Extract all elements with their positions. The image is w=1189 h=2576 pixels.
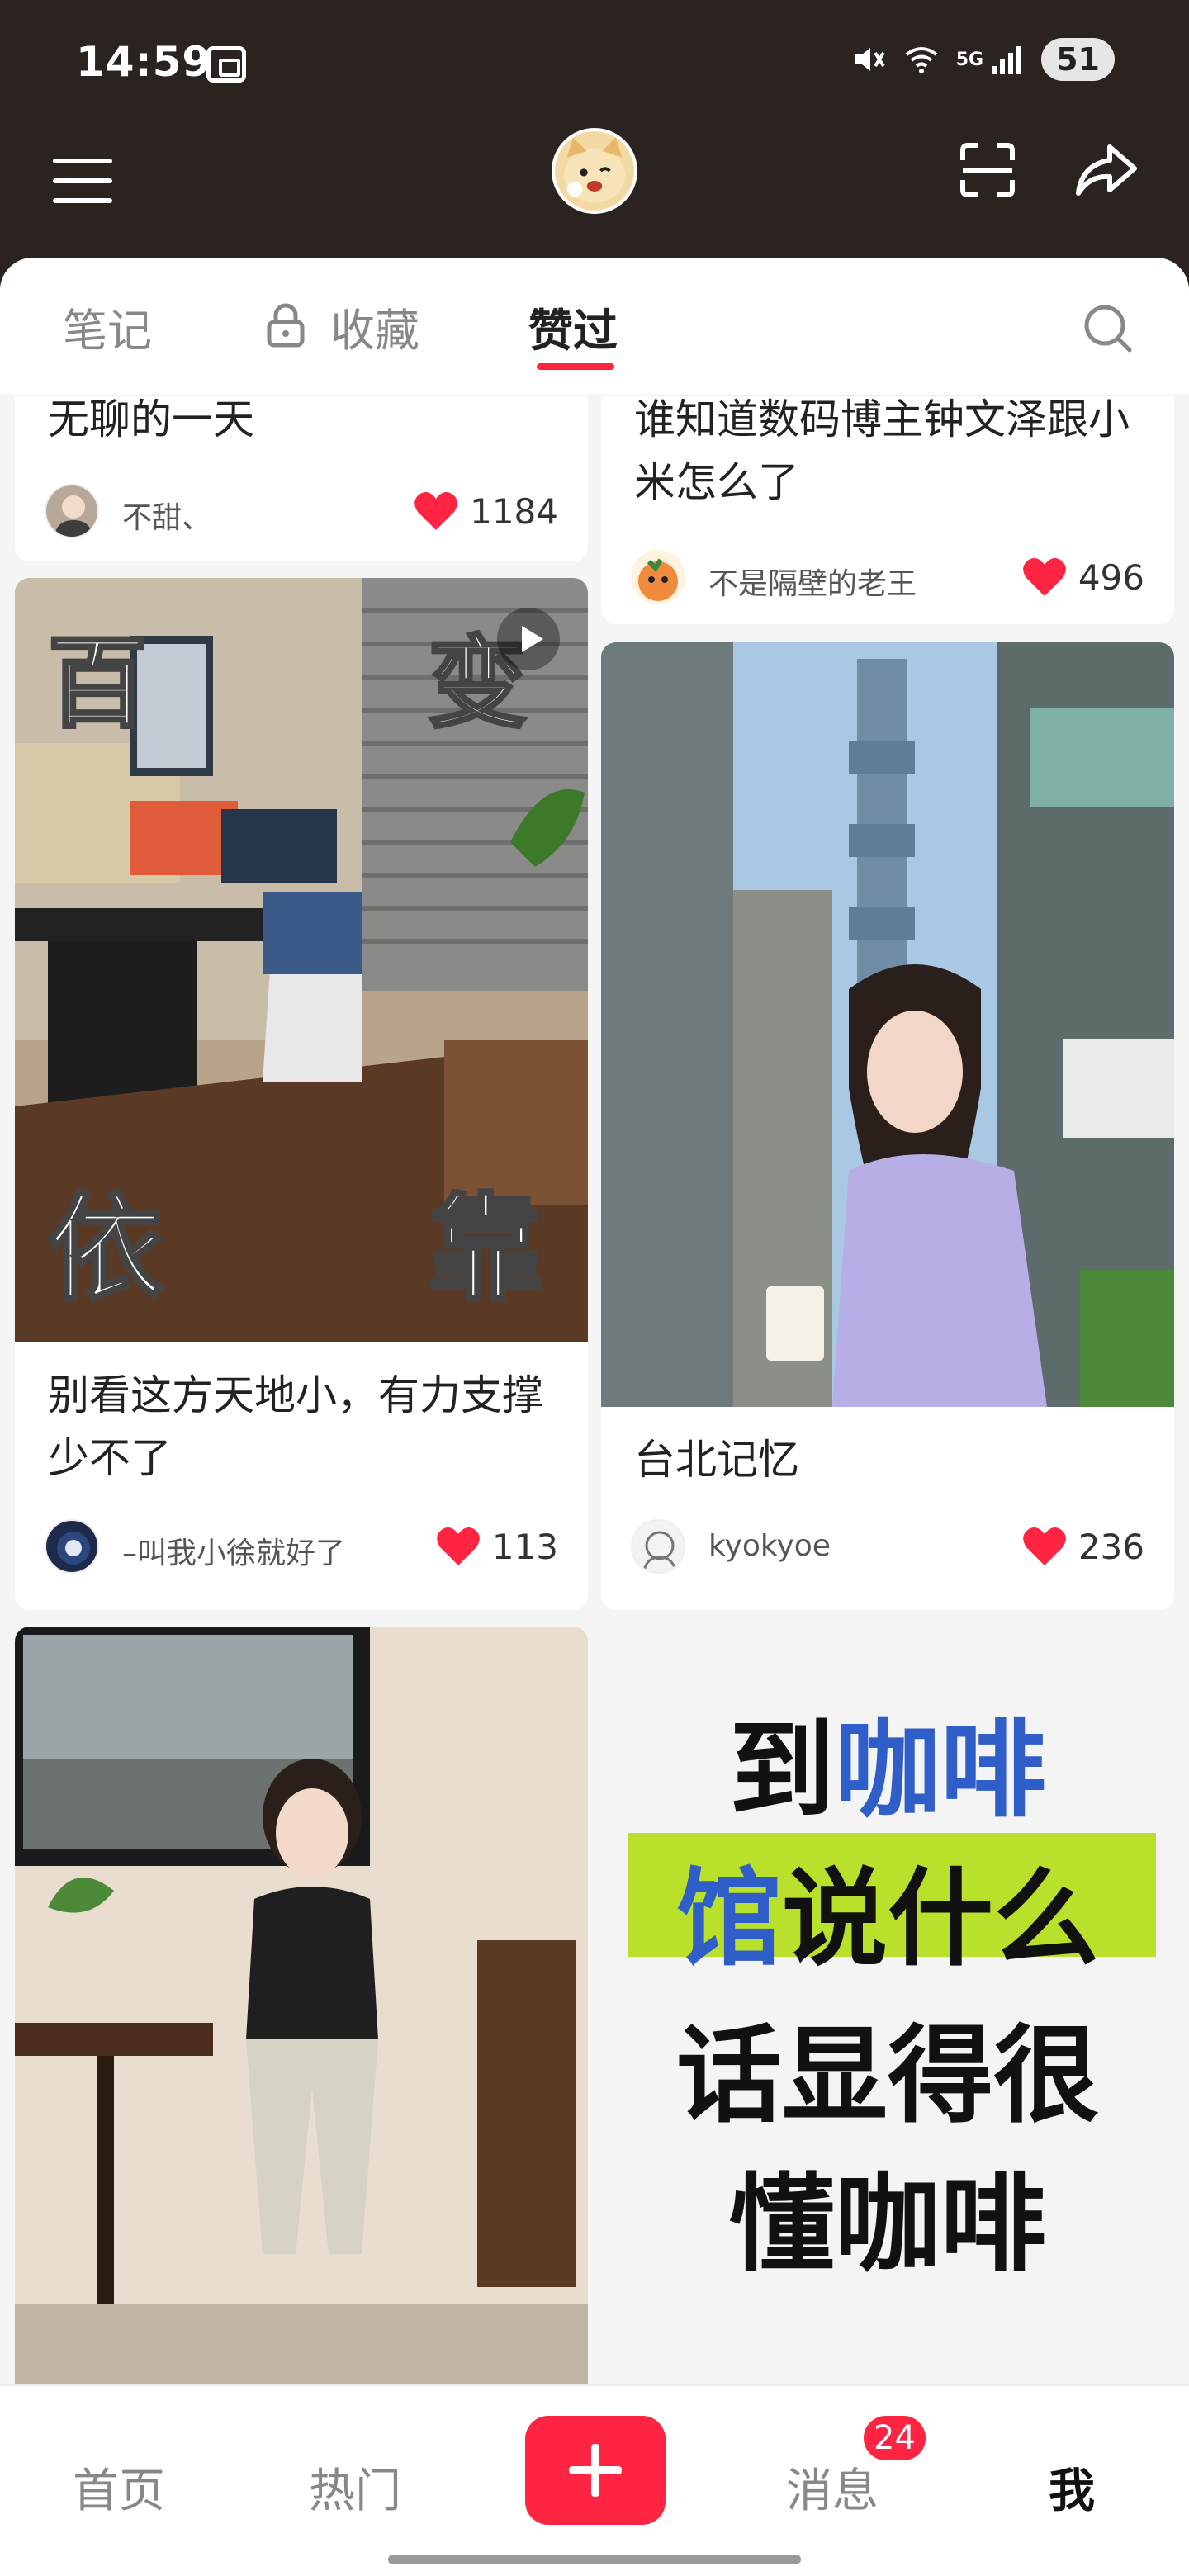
tab-liked[interactable]: 赞过	[528, 294, 618, 359]
tab-collect[interactable]: 收藏	[330, 294, 419, 359]
heart-icon	[436, 1527, 480, 1565]
profile-tabs: 笔记 收藏 赞过	[0, 258, 1189, 396]
scan-icon[interactable]	[958, 140, 1017, 200]
signal-icon	[992, 46, 1022, 74]
feed-card[interactable]: 无聊的一天 不甜、 1184	[15, 396, 588, 561]
message-badge: 24	[860, 2413, 929, 2464]
tab-notes[interactable]: 笔记	[63, 294, 152, 359]
menu-icon[interactable]	[53, 159, 112, 211]
nav-messages[interactable]: 消息	[786, 2454, 879, 2521]
status-time: 14:59	[76, 38, 212, 86]
lock-icon	[267, 303, 305, 348]
author-name[interactable]: 不是隔壁的老王	[708, 560, 917, 603]
author-avatar[interactable]	[631, 550, 685, 604]
screen-capture-icon	[206, 46, 246, 83]
image-overlay-text: 依	[46, 1181, 165, 1319]
typography-line-4: 懂咖啡	[728, 2163, 1046, 2286]
liked-feed: 无聊的一天 不甜、 1184 谁知道数码博主钟文泽跟小米怎么了 不是隔壁的老王 …	[0, 396, 1189, 2394]
mute-icon	[855, 48, 885, 71]
image-overlay-text: 靠	[426, 1181, 545, 1319]
like-number: 1184	[470, 490, 558, 532]
status-icons: 5G 51	[850, 38, 1115, 81]
battery-indicator: 51	[1041, 38, 1115, 81]
author-name[interactable]: –叫我小徐就好了	[122, 1529, 345, 1572]
network-type: 5G	[955, 49, 984, 70]
nav-hot[interactable]: 热门	[309, 2454, 401, 2521]
typography-text: 到	[728, 1709, 835, 1832]
search-icon[interactable]	[1082, 302, 1135, 355]
author-avatar[interactable]	[45, 484, 99, 538]
wifi-icon	[905, 47, 937, 73]
avatar[interactable]	[552, 128, 637, 214]
author-name[interactable]: 不甜、	[122, 494, 211, 537]
typography-text: 说什么	[782, 1858, 1100, 1981]
typography-highlight: 馆	[675, 1858, 782, 1981]
share-icon[interactable]	[1073, 140, 1139, 200]
active-tab-indicator	[537, 363, 614, 370]
publish-button[interactable]	[525, 2416, 666, 2525]
nav-me[interactable]: 我	[1049, 2454, 1095, 2521]
typography-highlight: 咖啡	[835, 1709, 1047, 1832]
bottom-nav: 首页 热门 消息 24 我	[0, 2384, 1189, 2576]
like-count[interactable]: 496	[1022, 556, 1144, 598]
feed-card[interactable]: 百 变 依 靠 别看这方天地小，有力支撑少不了 –叫我小徐就好了 113	[15, 578, 588, 1610]
home-indicator[interactable]	[388, 2555, 801, 2564]
status-bar: 14:59 5G 51	[0, 0, 1189, 124]
heart-icon	[414, 492, 457, 530]
card-title: 台北记忆	[634, 1436, 799, 1484]
author-name[interactable]: kyokyoe	[708, 1529, 831, 1563]
like-number: 236	[1078, 1526, 1144, 1567]
feed-card[interactable]: 到咖啡 馆说什么 话显得很 懂咖啡	[601, 1627, 1174, 2394]
typography-line-2: 馆说什么	[601, 1833, 1174, 1986]
like-count[interactable]: 236	[1022, 1526, 1144, 1567]
heart-icon	[1022, 1527, 1066, 1565]
author-avatar[interactable]	[45, 1519, 99, 1574]
like-number: 113	[491, 1526, 558, 1567]
card-title: 无聊的一天	[48, 396, 254, 443]
image-overlay-text: 百	[46, 625, 149, 743]
feed-card[interactable]	[15, 1627, 588, 2394]
feed-card[interactable]: 台北记忆 kyokyoe 236	[601, 642, 1174, 1610]
card-title: 别看这方天地小，有力支撑少不了	[48, 1371, 543, 1482]
typography-line-1: 到咖啡	[601, 1684, 1174, 1837]
feed-card[interactable]: 谁知道数码博主钟文泽跟小米怎么了 不是隔壁的老王 496	[601, 396, 1174, 624]
card-image	[601, 642, 1174, 1407]
typography-line-3: 话显得很	[675, 2015, 1099, 2138]
author-avatar[interactable]	[631, 1519, 685, 1574]
like-number: 496	[1078, 556, 1144, 598]
video-play-icon	[497, 608, 560, 670]
nav-home[interactable]: 首页	[73, 2454, 165, 2521]
like-count[interactable]: 113	[436, 1526, 558, 1567]
profile-header	[0, 124, 1189, 259]
like-count[interactable]: 1184	[414, 490, 558, 532]
heart-icon	[1022, 558, 1066, 596]
profile-content: 笔记 收藏 赞过 无聊的一天 不甜、 1184 谁知道数码博主钟文泽跟小米怎么了…	[0, 258, 1189, 2576]
card-title: 谁知道数码博主钟文泽跟小米怎么了	[634, 396, 1130, 506]
card-image	[15, 1627, 588, 2394]
